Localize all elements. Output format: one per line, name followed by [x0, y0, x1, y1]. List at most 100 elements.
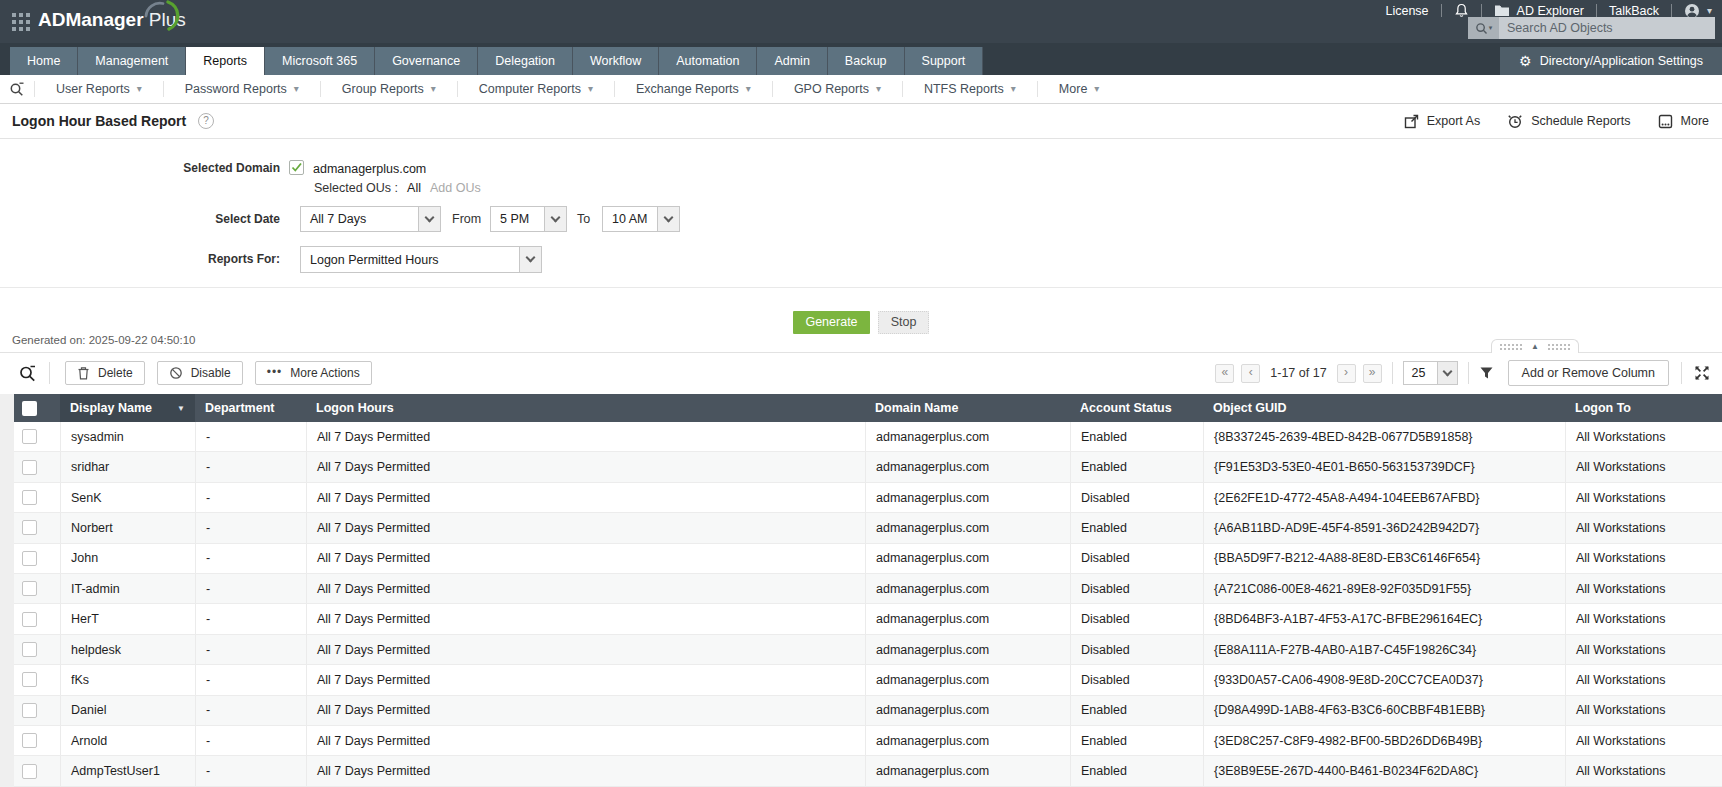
reports-nav-item[interactable]: NTFS Reports▾ — [902, 81, 1037, 97]
prev-page-button[interactable]: ‹ — [1241, 364, 1260, 383]
reports-nav-item[interactable]: More▾ — [1037, 81, 1121, 97]
row-checkbox[interactable] — [22, 490, 37, 505]
page-size-select[interactable]: 25 — [1403, 361, 1458, 385]
help-icon[interactable]: ? — [198, 113, 214, 129]
column-header-department[interactable]: Department — [195, 394, 306, 422]
generate-button[interactable]: Generate — [793, 311, 870, 334]
talkback-link[interactable]: TalkBack — [1609, 4, 1659, 18]
disable-button[interactable]: Disable — [157, 361, 243, 385]
row-checkbox-cell[interactable] — [14, 635, 60, 664]
row-checkbox-cell[interactable] — [14, 574, 60, 603]
next-page-button[interactable]: › — [1337, 364, 1356, 383]
nav-tab[interactable]: Reports — [186, 47, 265, 75]
selected-ous-label: Selected OUs : — [314, 181, 398, 195]
row-checkbox[interactable] — [22, 460, 37, 475]
row-checkbox[interactable] — [22, 672, 37, 687]
cell-department: - — [195, 513, 306, 542]
nav-tab[interactable]: Governance — [375, 47, 478, 75]
column-header-display-name[interactable]: Display Name▼ — [60, 394, 195, 422]
reports-for-select[interactable]: Logon Permitted Hours — [300, 246, 542, 273]
search-scope-icon[interactable]: ▾ — [1468, 17, 1499, 39]
nav-tab[interactable]: Automation — [659, 47, 757, 75]
nav-tab[interactable]: Admin — [757, 47, 827, 75]
row-checkbox[interactable] — [22, 551, 37, 566]
export-as-button[interactable]: Export As — [1404, 114, 1481, 129]
reports-nav-item[interactable]: Password Reports▾ — [163, 81, 320, 97]
row-checkbox-cell[interactable] — [14, 726, 60, 755]
last-page-button[interactable]: » — [1363, 364, 1382, 383]
row-checkbox[interactable] — [22, 612, 37, 627]
ad-explorer-link[interactable]: AD Explorer — [1494, 4, 1584, 18]
reports-nav-item[interactable]: Exchange Reports▾ — [614, 81, 772, 97]
cell-logon-hours: All 7 Days Permitted — [306, 756, 865, 785]
row-checkbox-cell[interactable] — [14, 696, 60, 725]
row-checkbox-cell[interactable] — [14, 604, 60, 633]
row-checkbox[interactable] — [22, 703, 37, 718]
select-all-checkbox[interactable] — [14, 394, 60, 422]
from-time-select[interactable]: 5 PM — [490, 206, 567, 232]
table-row: HerT - All 7 Days Permitted admanagerplu… — [14, 604, 1722, 634]
nav-tab[interactable]: Workflow — [573, 47, 659, 75]
nav-tab[interactable]: Backup — [828, 47, 905, 75]
row-checkbox-cell[interactable] — [14, 665, 60, 694]
main-nav: HomeManagementReportsMicrosoft 365Govern… — [0, 43, 1722, 75]
column-header-domain-name[interactable]: Domain Name — [865, 394, 1070, 422]
expand-grid-icon[interactable] — [1694, 365, 1710, 381]
cell-logon-to: All Workstations — [1565, 544, 1722, 573]
cell-account-status: Disabled — [1070, 544, 1203, 573]
domain-checkbox[interactable] — [289, 160, 304, 175]
row-checkbox[interactable] — [22, 429, 37, 444]
row-checkbox[interactable] — [22, 520, 37, 535]
nav-tab[interactable]: Support — [905, 47, 984, 75]
add-remove-column-button[interactable]: Add or Remove Column — [1508, 360, 1669, 386]
reports-nav-item[interactable]: GPO Reports▾ — [772, 81, 902, 97]
license-link[interactable]: License — [1385, 4, 1428, 18]
row-checkbox-cell[interactable] — [14, 544, 60, 573]
search-input[interactable]: Search AD Objects — [1499, 17, 1715, 39]
date-range-select[interactable]: All 7 Days — [300, 206, 441, 232]
row-checkbox[interactable] — [22, 642, 37, 657]
row-checkbox-cell[interactable] — [14, 513, 60, 542]
chevron-down-icon: ▾ — [1094, 84, 1099, 94]
apps-grid-icon[interactable] — [12, 13, 30, 31]
first-page-button[interactable]: « — [1215, 364, 1234, 383]
cell-logon-to: All Workstations — [1565, 574, 1722, 603]
column-header-logon-hours[interactable]: Logon Hours — [306, 394, 865, 422]
reports-nav-item[interactable]: Computer Reports▾ — [457, 81, 614, 97]
row-checkbox-cell[interactable] — [14, 756, 60, 785]
more-actions-button[interactable]: ••• More Actions — [255, 361, 372, 385]
column-header-logon-to[interactable]: Logon To — [1565, 394, 1722, 422]
column-header-account-status[interactable]: Account Status — [1070, 394, 1203, 422]
nav-tab[interactable]: Home — [10, 47, 78, 75]
nav-tab[interactable]: Delegation — [478, 47, 573, 75]
more-button[interactable]: More — [1658, 114, 1709, 129]
delete-button[interactable]: Delete — [65, 361, 145, 385]
nav-tab[interactable]: Management — [78, 47, 186, 75]
reports-search-icon[interactable] — [9, 81, 25, 97]
filter-icon[interactable] — [1479, 366, 1494, 380]
row-checkbox-cell[interactable] — [14, 452, 60, 481]
row-checkbox[interactable] — [22, 733, 37, 748]
cell-logon-hours: All 7 Days Permitted — [306, 696, 865, 725]
add-ous-link[interactable]: Add OUs — [430, 181, 481, 195]
cell-logon-to: All Workstations — [1565, 756, 1722, 785]
row-checkbox-cell[interactable] — [14, 483, 60, 512]
cell-account-status: Disabled — [1070, 635, 1203, 664]
reports-nav-item[interactable]: User Reports▾ — [34, 81, 163, 97]
to-time-select[interactable]: 10 AM — [602, 206, 680, 232]
directory-application-settings-button[interactable]: ⚙ Directory/Application Settings — [1500, 47, 1722, 75]
column-header-object-guid[interactable]: Object GUID — [1203, 394, 1565, 422]
notifications-bell-icon[interactable] — [1454, 3, 1469, 18]
row-checkbox-cell[interactable] — [14, 422, 60, 451]
reports-nav-item[interactable]: Group Reports▾ — [320, 81, 457, 97]
row-checkbox[interactable] — [22, 581, 37, 596]
cell-object-guid: {E88A111A-F27B-4AB0-A1B7-C45F19826C34} — [1203, 635, 1565, 664]
cell-display-name: IT-admin — [60, 574, 195, 603]
stop-button[interactable]: Stop — [878, 311, 929, 334]
row-checkbox[interactable] — [22, 764, 37, 779]
nav-tab[interactable]: Microsoft 365 — [265, 47, 375, 75]
table-row: sridhar - All 7 Days Permitted admanager… — [14, 452, 1722, 482]
schedule-reports-button[interactable]: Schedule Reports — [1507, 113, 1630, 129]
table-search-icon[interactable] — [18, 364, 37, 383]
collapse-panel-handle[interactable]: ▲ — [1491, 339, 1579, 353]
